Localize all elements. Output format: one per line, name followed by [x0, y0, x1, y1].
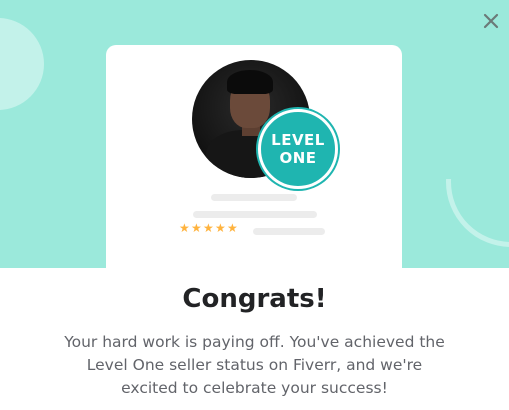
- badge-line-2: ONE: [279, 149, 317, 167]
- avatar-hair: [227, 70, 273, 94]
- star-icon: ★: [179, 221, 190, 235]
- star-icon: ★: [227, 221, 238, 235]
- star-icon: ★: [203, 221, 214, 235]
- badge-line-1: LEVEL: [271, 131, 325, 149]
- close-button[interactable]: [480, 10, 502, 32]
- level-one-badge: LEVEL ONE: [258, 109, 338, 189]
- seller-profile-card: LEVEL ONE ★ ★ ★ ★ ★: [106, 45, 402, 268]
- dialog-message: Your hard work is paying off. You've ach…: [64, 333, 445, 397]
- hero-banner: LEVEL ONE ★ ★ ★ ★ ★: [0, 0, 509, 268]
- placeholder-subtitle-line: [193, 211, 317, 218]
- congrats-modal: LEVEL ONE ★ ★ ★ ★ ★ Congrats! Your hard work…: [0, 0, 509, 410]
- star-icon: ★: [215, 221, 226, 235]
- close-icon: [483, 13, 499, 29]
- placeholder-name-line: [211, 194, 297, 201]
- decorative-ring: [446, 179, 509, 247]
- star-rating: ★ ★ ★ ★ ★: [179, 221, 238, 235]
- placeholder-rating-line: [253, 228, 325, 235]
- decorative-circle: [0, 18, 44, 110]
- star-icon: ★: [191, 221, 202, 235]
- dialog-title: Congrats!: [182, 284, 327, 314]
